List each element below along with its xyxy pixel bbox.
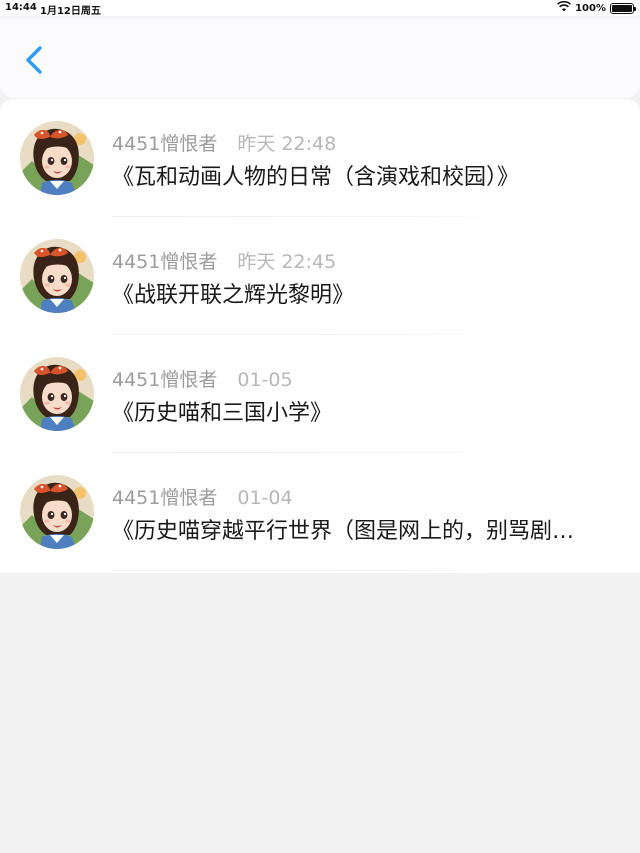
item-meta: 4451憎恨者 01-04 <box>112 483 293 509</box>
work-list: 4451憎恨者 昨天 22:48 《瓦和动画人物的日常（含演戏和校园）》 4451憎恨… <box>0 99 640 573</box>
list-item[interactable]: 4451憎恨者 01-05 《历史喵和三国小学》 <box>0 335 640 453</box>
battery-icon <box>610 2 636 14</box>
wifi-icon <box>557 0 572 15</box>
item-time: 01-04 <box>237 487 293 509</box>
battery-fill <box>612 4 632 12</box>
avatar[interactable] <box>20 475 94 549</box>
avatar[interactable] <box>20 121 94 195</box>
status-indicators: 100% <box>557 0 636 15</box>
list-item[interactable]: 4451憎恨者 昨天 22:45 《战联开联之辉光黎明》 <box>0 217 640 335</box>
status-time: 14:44 <box>5 2 37 13</box>
avatar[interactable] <box>20 239 94 313</box>
item-user: 4451憎恨者 <box>112 369 218 391</box>
item-user: 4451憎恨者 <box>112 487 218 509</box>
item-user: 4451憎恨者 <box>112 251 218 273</box>
item-meta: 4451憎恨者 昨天 22:48 <box>112 129 337 155</box>
item-time: 昨天 22:45 <box>237 251 337 273</box>
chevron-left-icon <box>26 46 42 74</box>
item-title: 《历史喵穿越平行世界（图是网上的，别骂剧… <box>112 519 575 544</box>
item-title: 《战联开联之辉光黎明》 <box>112 283 355 308</box>
nav-bar <box>0 18 640 98</box>
list-item[interactable]: 4451憎恨者 昨天 22:48 《瓦和动画人物的日常（含演戏和校园）》 <box>0 99 640 217</box>
item-meta: 4451憎恨者 01-05 <box>112 365 293 391</box>
item-title: 《瓦和动画人物的日常（含演戏和校园）》 <box>112 165 520 190</box>
item-time: 昨天 22:48 <box>237 133 337 155</box>
divider <box>112 570 512 571</box>
back-button[interactable] <box>18 40 54 80</box>
status-bar: 14:44 1月12日周五 100% <box>0 0 640 17</box>
status-date: 1月12日周五 <box>40 6 101 17</box>
battery-percent: 100% <box>575 2 606 14</box>
avatar[interactable] <box>20 357 94 431</box>
item-user: 4451憎恨者 <box>112 133 218 155</box>
item-meta: 4451憎恨者 昨天 22:45 <box>112 247 337 273</box>
item-time: 01-05 <box>237 369 293 391</box>
item-title: 《历史喵和三国小学》 <box>112 401 333 426</box>
list-item[interactable]: 4451憎恨者 01-04 《历史喵穿越平行世界（图是网上的，别骂剧… <box>0 453 640 571</box>
